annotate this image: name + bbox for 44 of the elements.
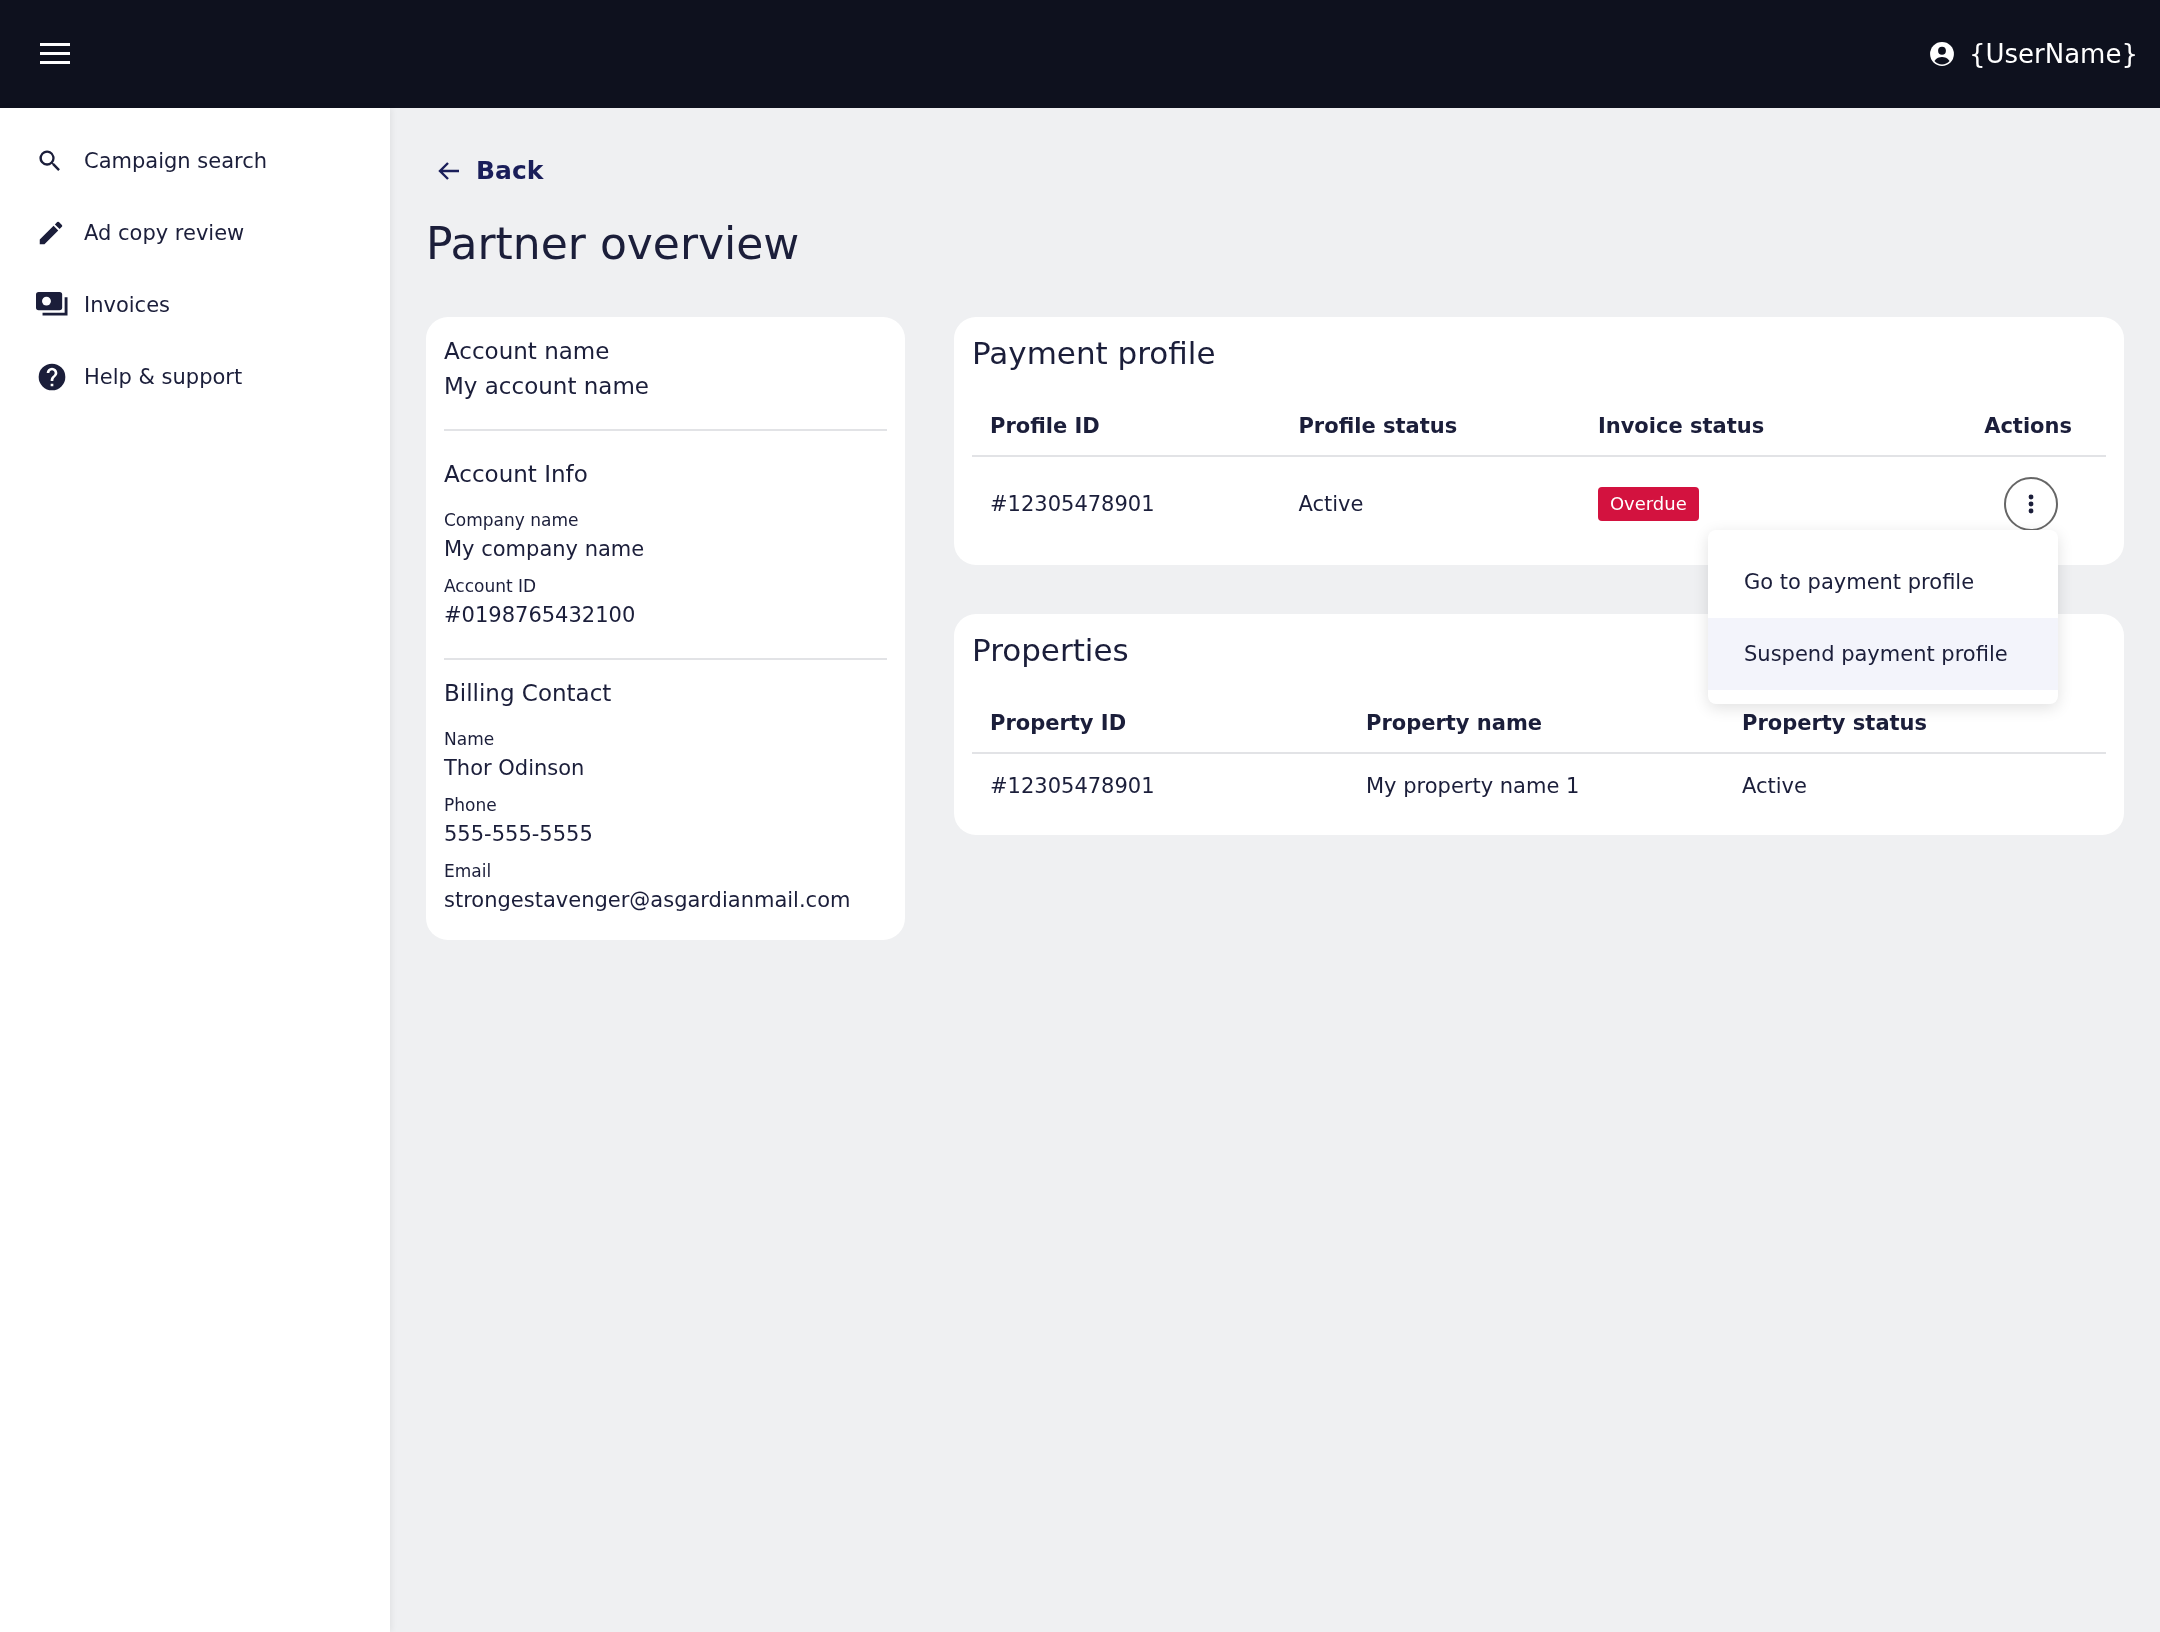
column-header: Profile status — [1280, 414, 1580, 456]
card-title: Properties — [972, 632, 1129, 668]
field-value: 555-555-5555 — [444, 821, 594, 848]
sidebar-item[interactable]: Campaign search — [0, 125, 390, 197]
field-label: Company name — [444, 509, 580, 531]
sidebar-item[interactable]: Ad copy review — [0, 197, 390, 269]
card-title: Payment profile — [972, 335, 1216, 371]
user-name[interactable]: {UserName} — [1968, 39, 2138, 69]
back-link[interactable]: Back — [438, 156, 544, 185]
field-label: Phone — [444, 794, 498, 816]
table-cell: #12305478901 — [972, 456, 1281, 531]
help-icon — [36, 361, 68, 393]
table-cell: Active — [1724, 753, 2106, 798]
menu-item[interactable]: Suspend payment profile — [1708, 618, 2058, 690]
more-button[interactable] — [2004, 477, 2058, 531]
menu-button[interactable] — [40, 43, 70, 65]
field-label: Email — [444, 860, 493, 882]
table-cell: My property name 1 — [1348, 753, 1724, 798]
user-icon[interactable] — [1928, 41, 1955, 67]
field-value: My company name — [444, 536, 646, 563]
table-cell: #12305478901 — [972, 753, 1348, 798]
column-header: Profile ID — [972, 414, 1281, 456]
section-title: Billing Contact — [444, 679, 613, 708]
section-title: Account Info — [444, 460, 589, 489]
field-value: #0198765432100 — [444, 602, 637, 629]
column-header: Invoice status — [1579, 414, 1891, 456]
column-header: Property ID — [972, 711, 1348, 753]
field-label: Account ID — [444, 575, 538, 597]
sidebar-item[interactable]: Help & support — [0, 341, 390, 413]
more-icon — [2028, 494, 2034, 514]
account-name: My account name — [444, 372, 650, 401]
column-header: Property name — [1348, 711, 1724, 753]
table-cell: Active — [1280, 456, 1580, 531]
sidebar-item[interactable]: Invoices — [0, 269, 390, 341]
back-arrow-icon — [438, 160, 460, 181]
field-value: Thor Odinson — [444, 755, 586, 782]
status-badge: Overdue — [1597, 487, 1699, 521]
field-label: Name — [444, 728, 496, 750]
menu-item[interactable]: Go to payment profile — [1708, 546, 2058, 618]
column-header: Property status — [1724, 711, 2106, 753]
page-title: Partner overview — [426, 218, 801, 270]
field-label: Account name — [444, 337, 611, 366]
field-value: strongestavenger@asgardianmail.com — [444, 887, 852, 914]
column-header: Actions — [1890, 414, 2106, 456]
